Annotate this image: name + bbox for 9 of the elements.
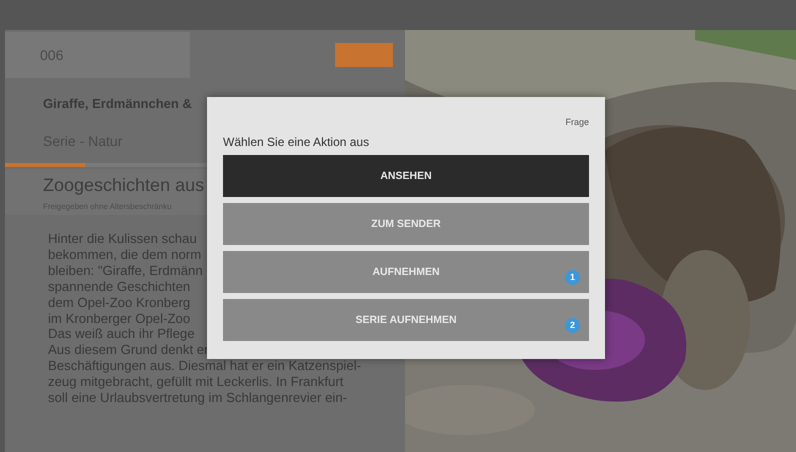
- action-option[interactable]: SERIE AUFNEHMEN 2: [223, 299, 589, 341]
- action-option[interactable]: AUFNEHMEN 1: [223, 251, 589, 293]
- dialog-title: Frage: [565, 117, 589, 127]
- dialog-prompt: Wählen Sie eine Aktion aus: [223, 135, 370, 149]
- action-option[interactable]: ANSEHEN: [223, 155, 589, 197]
- action-option[interactable]: ZUM SENDER: [223, 203, 589, 245]
- number-badge: 1: [565, 270, 580, 285]
- action-button[interactable]: [335, 43, 393, 67]
- number-badge: 2: [565, 318, 580, 333]
